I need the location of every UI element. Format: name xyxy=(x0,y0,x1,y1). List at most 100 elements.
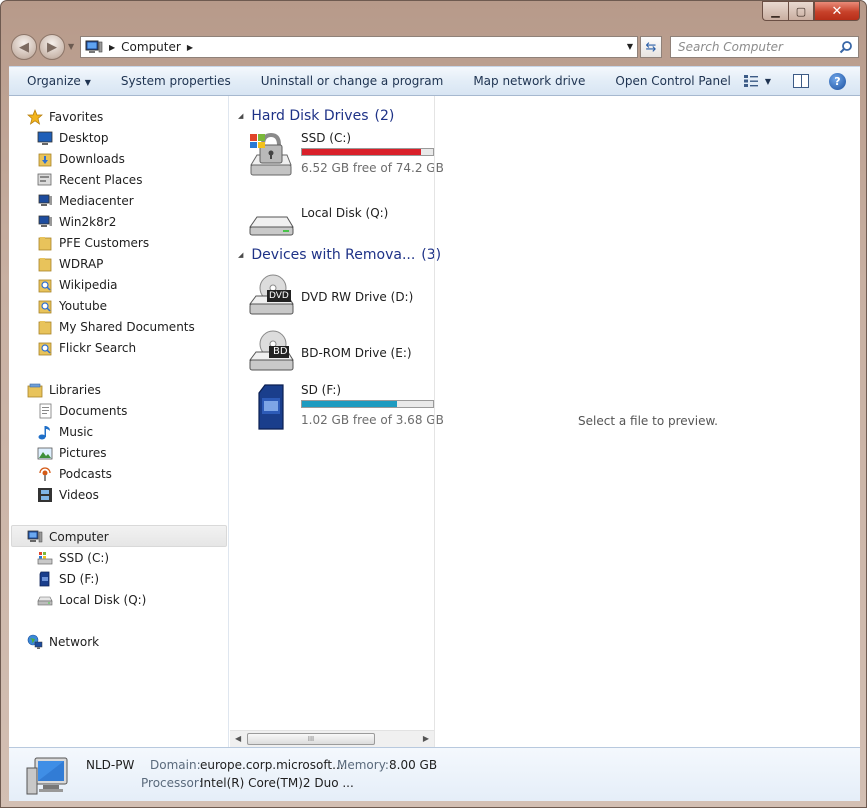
system-properties-button[interactable]: System properties xyxy=(106,74,246,88)
view-options-dropdown-icon[interactable]: ▼ xyxy=(765,77,771,86)
group-count: (2) xyxy=(374,108,395,124)
view-controls: ▼ ? xyxy=(743,67,860,95)
nav-item-youtube[interactable]: Youtube xyxy=(37,295,107,316)
search-icon[interactable] xyxy=(839,40,853,54)
back-button[interactable]: ◀ xyxy=(11,34,37,60)
refresh-button[interactable]: ⇆ xyxy=(640,36,662,58)
nav-item-documents[interactable]: Documents xyxy=(37,400,127,421)
folder-shortcut-icon xyxy=(38,257,52,271)
caption-buttons: ▁ ▢ ✕ xyxy=(762,1,860,21)
breadcrumb-computer[interactable]: Computer xyxy=(121,40,181,54)
nav-item-sd-f[interactable]: SD (F:) xyxy=(37,568,99,589)
search-input[interactable]: Search Computer xyxy=(670,36,859,58)
capacity-bar xyxy=(301,400,434,408)
open-control-panel-button[interactable]: Open Control Panel xyxy=(600,74,745,88)
nav-item-podcasts[interactable]: Podcasts xyxy=(37,463,112,484)
address-bar[interactable]: ▶ Computer ▶ ▼ xyxy=(80,36,638,58)
minimize-button[interactable]: ▁ xyxy=(762,1,788,21)
help-icon[interactable]: ? xyxy=(829,72,846,90)
breadcrumb-separator-icon[interactable]: ▶ xyxy=(109,43,115,52)
search-folder-icon xyxy=(38,342,52,355)
address-dropdown-icon[interactable]: ▼ xyxy=(627,42,633,51)
nav-item-win2k8r2[interactable]: Win2k8r2 xyxy=(37,211,116,232)
breadcrumb-separator-icon[interactable]: ▶ xyxy=(187,43,193,52)
capacity-bar-fill xyxy=(302,149,422,155)
nav-item-videos[interactable]: Videos xyxy=(37,484,99,505)
desktop-icon xyxy=(37,131,53,145)
sd-card-icon xyxy=(39,571,50,586)
nav-item-flickr-search[interactable]: Flickr Search xyxy=(37,337,136,358)
collapse-triangle-icon[interactable]: ◢ xyxy=(238,112,243,120)
close-button[interactable]: ✕ xyxy=(814,1,860,21)
nav-item-desktop[interactable]: Desktop xyxy=(37,127,109,148)
drive-name: DVD RW Drive (D:) xyxy=(301,290,414,304)
drive-sd-f[interactable]: SD (F:) 1.02 GB free of 3.68 GB xyxy=(247,383,444,435)
drive-free-space: 6.52 GB free of 74.2 GB xyxy=(301,161,444,175)
star-icon xyxy=(27,108,43,125)
chevron-down-icon: ▼ xyxy=(84,78,91,87)
group-header-removable-devices[interactable]: ◢ Devices with Remova... (3) xyxy=(230,244,441,266)
nav-item-label: Recent Places xyxy=(59,172,143,187)
drive-name: BD-ROM Drive (E:) xyxy=(301,346,412,360)
folder-icon xyxy=(38,320,52,334)
nav-libraries[interactable]: Libraries xyxy=(27,379,101,400)
nav-item-label: Downloads xyxy=(59,151,125,166)
network-computer-icon xyxy=(38,215,52,227)
drive-dvd-rw-d[interactable]: DVD DVD RW Drive (D:) xyxy=(247,272,434,324)
recent-pages-dropdown-icon[interactable]: ▼ xyxy=(68,42,74,51)
scroll-thumb[interactable]: III xyxy=(247,733,375,745)
nav-item-label: Podcasts xyxy=(59,466,112,481)
map-network-drive-button[interactable]: Map network drive xyxy=(458,74,600,88)
nav-item-my-shared-documents[interactable]: My Shared Documents xyxy=(37,316,195,337)
capacity-bar-fill xyxy=(302,401,397,407)
nav-item-ssd-c[interactable]: SSD (C:) xyxy=(37,547,109,568)
nav-item-label: Youtube xyxy=(59,298,107,313)
nav-item-recent-places[interactable]: Recent Places xyxy=(37,169,142,190)
maximize-button[interactable]: ▢ xyxy=(788,1,814,21)
preview-pane-icon[interactable] xyxy=(793,74,809,88)
nav-favorites-label: Favorites xyxy=(49,109,104,124)
nav-item-label: My Shared Documents xyxy=(59,319,195,334)
navigation-row: ◀ ▶ ▼ ▶ Computer ▶ ▼ ⇆ Search Computer xyxy=(9,34,860,60)
scroll-left-arrow-icon[interactable]: ◀ xyxy=(235,734,241,743)
drive-free-space: 1.02 GB free of 3.68 GB xyxy=(301,413,444,427)
podcast-icon xyxy=(39,466,51,481)
nav-item-music[interactable]: Music xyxy=(37,421,93,442)
forward-button[interactable]: ▶ xyxy=(39,34,65,60)
folder-shortcut-icon xyxy=(38,236,52,250)
nav-item-local-disk-q[interactable]: Local Disk (Q:) xyxy=(37,589,146,610)
nav-item-wikipedia[interactable]: Wikipedia xyxy=(37,274,118,295)
system-drive-icon xyxy=(250,132,292,176)
nav-item-pictures[interactable]: Pictures xyxy=(37,442,107,463)
nav-item-label: Flickr Search xyxy=(59,340,137,355)
nav-item-label: Wikipedia xyxy=(59,277,118,292)
bd-badge: BD xyxy=(273,346,288,357)
memory-label: Memory: xyxy=(337,758,389,772)
nav-item-label: SD (F:) xyxy=(59,571,100,586)
nav-network[interactable]: Network xyxy=(27,631,99,652)
group-header-hard-disk-drives[interactable]: ◢ Hard Disk Drives (2) xyxy=(230,105,394,127)
nav-item-pfe-customers[interactable]: PFE Customers xyxy=(37,232,149,253)
nav-item-downloads[interactable]: Downloads xyxy=(37,148,125,169)
nav-item-wdrap[interactable]: WDRAP xyxy=(37,253,103,274)
processor-label: Processor: xyxy=(141,776,203,790)
nav-item-label: WDRAP xyxy=(59,256,104,271)
uninstall-program-button[interactable]: Uninstall or change a program xyxy=(246,74,459,88)
sd-card-icon xyxy=(258,384,284,430)
nav-favorites[interactable]: Favorites xyxy=(27,106,103,127)
drive-bd-rom-e[interactable]: BD BD-ROM Drive (E:) xyxy=(247,328,434,380)
navigation-pane: Favorites Desktop Downloads Recent Place… xyxy=(9,96,229,747)
collapse-triangle-icon[interactable]: ◢ xyxy=(238,251,243,259)
drive-ssd-c[interactable]: SSD (C:) 6.52 GB free of 74.2 GB xyxy=(247,131,444,183)
scroll-right-arrow-icon[interactable]: ▶ xyxy=(423,734,429,743)
change-view-icon[interactable] xyxy=(743,74,759,88)
organize-button[interactable]: Organize ▼ xyxy=(9,74,106,88)
group-title: Devices with Remova... xyxy=(251,247,416,263)
domain-value: europe.corp.microsoft.... xyxy=(200,758,348,772)
content-pane: ◢ Hard Disk Drives (2) SSD (C:) 6.52 GB … xyxy=(230,96,444,747)
computer-icon xyxy=(85,40,103,53)
nav-computer[interactable]: Computer xyxy=(27,526,109,547)
horizontal-scrollbar[interactable]: ◀ III ▶ xyxy=(230,730,434,747)
nav-item-mediacenter[interactable]: Mediacenter xyxy=(37,190,134,211)
network-computer-icon xyxy=(38,194,52,206)
